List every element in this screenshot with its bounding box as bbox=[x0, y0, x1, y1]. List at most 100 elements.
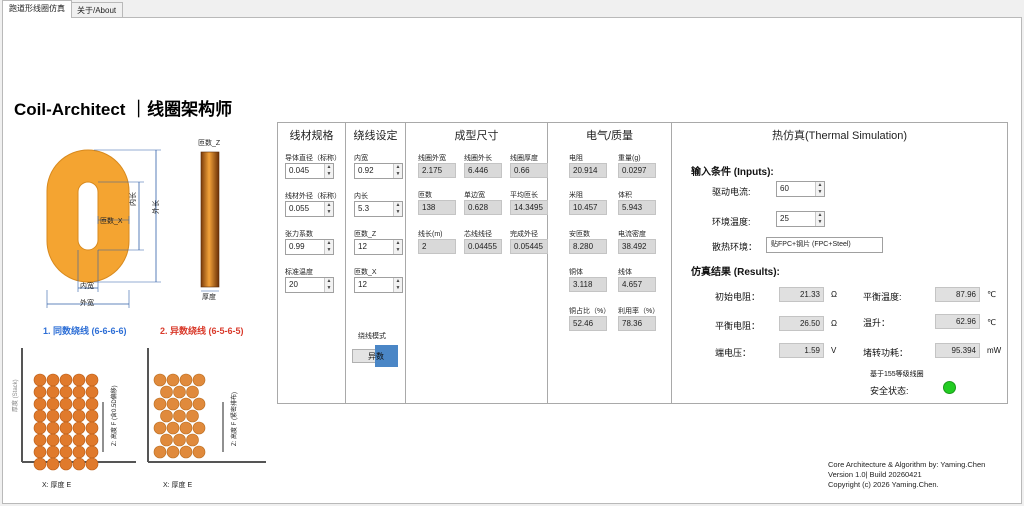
parameter-panel: 线材规格 导体直径（标称） 0.045 ▲ ▼ 线材外径（标称） 0.055 ▲ ▼ 张… bbox=[277, 122, 1008, 404]
spin-up-icon[interactable]: ▲ bbox=[325, 164, 333, 171]
tab-coil-simulation[interactable]: 跑道形线圈仿真 bbox=[2, 0, 72, 18]
wire-turn bbox=[46, 385, 60, 399]
initial-resistance-value: 21.33 bbox=[779, 287, 824, 302]
cooling-env-select[interactable]: 贴FPC+钢片 (FPC+Steel) bbox=[766, 237, 883, 253]
conductor-diameter-input[interactable]: 0.045 ▲ ▼ bbox=[285, 163, 334, 179]
wire-turn bbox=[153, 445, 167, 459]
wire-turn bbox=[59, 421, 73, 435]
wire-turn bbox=[85, 457, 99, 471]
ambient-temp-input[interactable]: 25 ▲ ▼ bbox=[776, 211, 825, 227]
spin-down-icon[interactable]: ▼ bbox=[325, 285, 333, 292]
wire-turn bbox=[160, 433, 173, 447]
spin-down-icon[interactable]: ▼ bbox=[394, 247, 402, 254]
resistance-per-meter-value: 10.457 bbox=[569, 200, 607, 215]
wire-turn bbox=[85, 373, 99, 387]
wire-turn bbox=[186, 433, 199, 447]
spin-up-icon[interactable]: ▲ bbox=[325, 202, 333, 209]
winding-mode-label: 绕线模式 bbox=[358, 333, 386, 340]
spin-up-icon[interactable]: ▲ bbox=[325, 240, 333, 247]
wire-turn bbox=[72, 409, 86, 423]
wire-turn bbox=[59, 385, 73, 399]
spin-down-icon[interactable]: ▼ bbox=[394, 209, 402, 216]
wire-spec-header: 线材规格 bbox=[289, 130, 334, 142]
finished-outer-diameter-label: 完成外径 bbox=[510, 231, 538, 238]
results-title: 仿真结果 (Results): bbox=[691, 267, 780, 278]
winding-mode-toggle[interactable]: 异数 bbox=[352, 345, 398, 367]
wire-turn bbox=[85, 385, 99, 399]
coil-thickness-label: 线圈厚度 bbox=[510, 155, 538, 162]
wire-turn bbox=[46, 397, 60, 411]
wire-turn bbox=[33, 457, 47, 471]
coil-outer-length-label: 线圈外长 bbox=[464, 155, 492, 162]
z-axis-label-2: Z: 高度 F (紧密排布) bbox=[232, 392, 238, 446]
tension-factor-input[interactable]: 0.99 ▲ ▼ bbox=[285, 239, 334, 255]
wire-turn bbox=[173, 385, 186, 399]
ambient-temp-label: 环境温度: bbox=[712, 217, 751, 227]
spin-down-icon[interactable]: ▼ bbox=[816, 219, 824, 226]
turns-x-input[interactable]: 12 ▲ ▼ bbox=[354, 277, 403, 293]
volume-value: 5.943 bbox=[618, 200, 656, 215]
tab-about[interactable]: 关于/About bbox=[70, 2, 124, 18]
equilibrium-resistance-label: 平衡电阻： bbox=[715, 321, 761, 331]
turns-label: 匝数 bbox=[418, 192, 432, 199]
spin-down-icon[interactable]: ▼ bbox=[394, 171, 402, 178]
finished-outer-diameter-value: 0.05445 bbox=[510, 239, 548, 254]
initial-resistance-unit: Ω bbox=[831, 290, 837, 299]
wire-turn bbox=[33, 433, 47, 447]
temp-rise-value: 62.96 bbox=[935, 314, 980, 329]
standard-temp-input[interactable]: 20 ▲ ▼ bbox=[285, 277, 334, 293]
wire-turn bbox=[46, 409, 60, 423]
drive-current-label: 驱动电流: bbox=[712, 187, 751, 197]
side-y-label: 厚度 (Stack) bbox=[13, 379, 19, 412]
spin-down-icon[interactable]: ▼ bbox=[816, 189, 824, 196]
spin-up-icon[interactable]: ▲ bbox=[816, 212, 824, 219]
initial-resistance-label: 初始电阻： bbox=[715, 292, 761, 302]
spin-down-icon[interactable]: ▼ bbox=[325, 209, 333, 216]
wire-outer-diameter-input[interactable]: 0.055 ▲ ▼ bbox=[285, 201, 334, 217]
wire-turn bbox=[85, 397, 99, 411]
x-axis-label-2: X: 厚度 E bbox=[163, 482, 193, 489]
terminal-voltage-label: 端电压： bbox=[715, 348, 752, 358]
spin-up-icon[interactable]: ▲ bbox=[394, 240, 402, 247]
coil-front-diagram bbox=[46, 149, 161, 308]
spin-down-icon[interactable]: ▼ bbox=[394, 285, 402, 292]
wire-turn bbox=[179, 445, 193, 459]
coil-outer-width-label: 线圈外宽 bbox=[418, 155, 446, 162]
spin-down-icon[interactable]: ▼ bbox=[325, 171, 333, 178]
spin-up-icon[interactable]: ▲ bbox=[325, 278, 333, 285]
inputs-title: 输入条件 (Inputs): bbox=[691, 167, 774, 178]
wire-turn bbox=[153, 421, 167, 435]
spin-up-icon[interactable]: ▲ bbox=[394, 164, 402, 171]
winding-header: 绕线设定 bbox=[353, 130, 398, 142]
wire-turn bbox=[33, 445, 47, 459]
equilibrium-temp-value: 87.96 bbox=[935, 287, 980, 302]
wire-turn bbox=[59, 409, 73, 423]
inner-length-field-label: 内长 bbox=[354, 193, 368, 200]
stall-power-label: 堵转功耗： bbox=[863, 348, 909, 358]
spin-down-icon[interactable]: ▼ bbox=[325, 247, 333, 254]
formed-size-group: 成型尺寸 线圈外宽 2.175 线圈外长 6.446 线圈厚度 0.66 匝数 … bbox=[406, 123, 548, 403]
spin-up-icon[interactable]: ▲ bbox=[394, 202, 402, 209]
wire-turn bbox=[33, 397, 47, 411]
drive-current-input[interactable]: 60 ▲ ▼ bbox=[776, 181, 825, 197]
turns-z-input[interactable]: 12 ▲ ▼ bbox=[354, 239, 403, 255]
app-title: Coil-Architect ｜线圈架构师 bbox=[14, 100, 233, 119]
terminal-voltage-unit: V bbox=[831, 346, 837, 355]
spin-up-icon[interactable]: ▲ bbox=[816, 182, 824, 189]
current-density-label: 电流密度 bbox=[618, 231, 646, 238]
wire-turn bbox=[179, 373, 193, 387]
footer-line-1: Core Architecture & Algorithm by: Yaming… bbox=[828, 460, 986, 469]
basis-note: 基于155等级线圈 bbox=[870, 371, 924, 378]
wire-turn bbox=[72, 373, 86, 387]
wire-turn bbox=[160, 409, 173, 423]
inner-width-input[interactable]: 0.92 ▲ ▼ bbox=[354, 163, 403, 179]
spin-up-icon[interactable]: ▲ bbox=[394, 278, 402, 285]
temp-rise-unit: ℃ bbox=[987, 318, 996, 327]
thermal-group: 热仿真(Thermal Simulation) 输入条件 (Inputs): 驱… bbox=[672, 123, 1007, 403]
inner-length-input[interactable]: 5.3 ▲ ▼ bbox=[354, 201, 403, 217]
wire-turn bbox=[192, 445, 206, 459]
coil-outer-length-value: 6.446 bbox=[464, 163, 502, 178]
inner-width-field-label: 内宽 bbox=[354, 155, 368, 162]
coil-hole bbox=[77, 181, 99, 251]
wire-turn bbox=[186, 385, 199, 399]
